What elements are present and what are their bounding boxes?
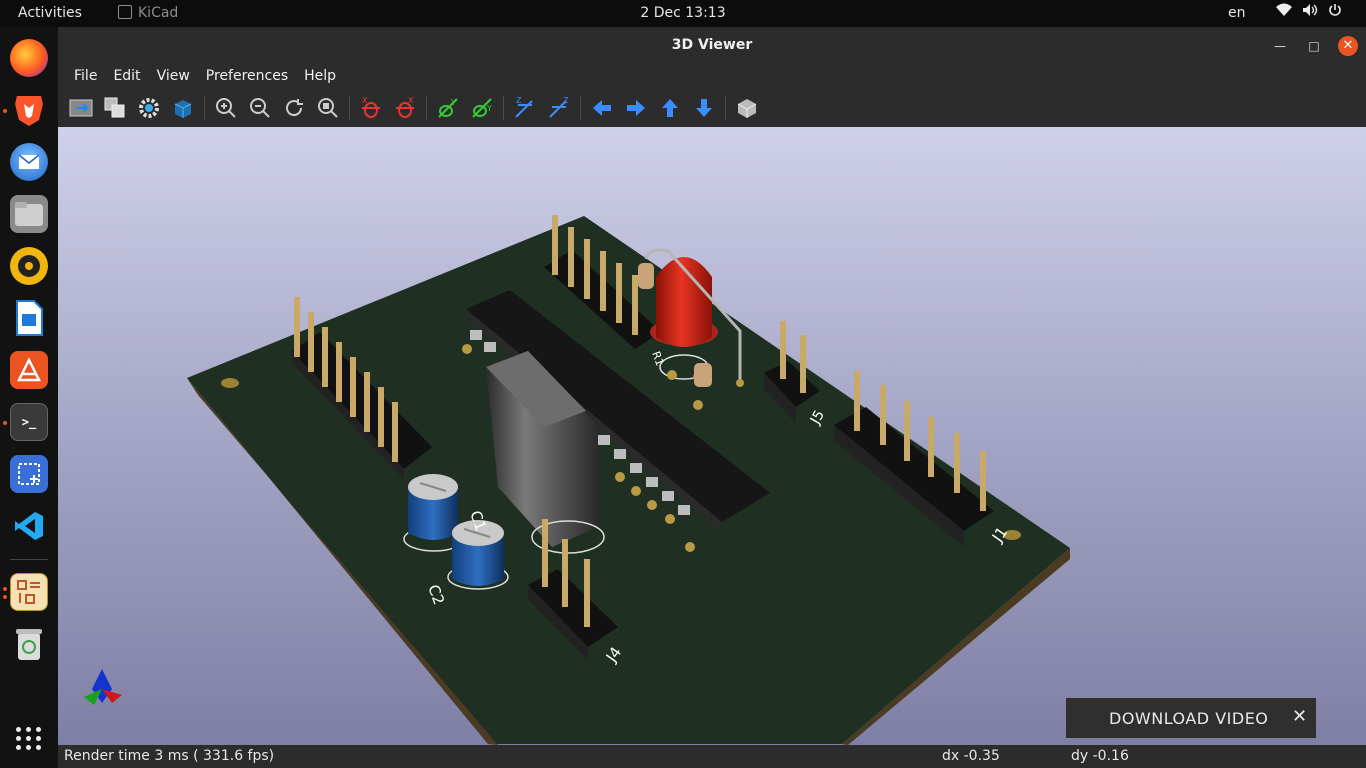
clock[interactable]: 2 Dec 13:13 xyxy=(0,5,1366,21)
axis-gizmo xyxy=(84,669,122,705)
window-titlebar[interactable]: 3D Viewer — □ ✕ xyxy=(58,27,1366,65)
settings-gear-icon[interactable] xyxy=(135,94,163,122)
redraw-icon[interactable] xyxy=(280,94,308,122)
rotate-z-cw-icon[interactable]: Z xyxy=(511,94,539,122)
toolbar-separator xyxy=(503,96,504,120)
rotate-x-ccw-icon[interactable]: X xyxy=(391,94,419,122)
screenshot-icon[interactable] xyxy=(10,455,48,493)
move-right-icon[interactable] xyxy=(622,94,650,122)
zoom-fit-icon[interactable] xyxy=(314,94,342,122)
toolbar-separator xyxy=(725,96,726,120)
firefox-icon[interactable] xyxy=(10,39,48,77)
software-icon[interactable] xyxy=(10,351,48,389)
running-indicator xyxy=(3,595,7,599)
raytracing-icon[interactable] xyxy=(169,94,197,122)
svg-text:Y: Y xyxy=(486,104,492,113)
dy-readout: dy -0.16 xyxy=(1071,748,1129,764)
menu-bar: File Edit View Preferences Help xyxy=(58,65,1366,89)
zoom-in-icon[interactable] xyxy=(212,94,240,122)
menu-preferences[interactable]: Preferences xyxy=(198,65,296,89)
reload-board-icon[interactable] xyxy=(67,94,95,122)
toolbar: X X Y Y Z Z xyxy=(58,89,1366,127)
trash-icon[interactable] xyxy=(10,625,48,663)
move-down-icon[interactable] xyxy=(690,94,718,122)
power-icon xyxy=(1328,3,1342,21)
volume-icon xyxy=(1302,3,1318,21)
running-indicator xyxy=(3,421,7,425)
top-bar: Activities KiCad 2 Dec 13:13 en xyxy=(0,0,1366,27)
show-apps-button[interactable] xyxy=(16,727,42,750)
3d-viewport[interactable]: C1 C2 J1 J4 J5 R1 xyxy=(58,127,1366,745)
close-overlay-icon[interactable]: ✕ xyxy=(1292,706,1307,727)
menu-edit[interactable]: Edit xyxy=(105,65,148,89)
download-video-button[interactable]: DOWNLOAD VIDEO xyxy=(1109,709,1268,728)
svg-text:X: X xyxy=(362,96,368,105)
close-button[interactable]: ✕ xyxy=(1338,36,1358,56)
running-indicator xyxy=(3,587,7,591)
menu-help[interactable]: Help xyxy=(296,65,344,89)
menu-view[interactable]: View xyxy=(149,65,198,89)
terminal-icon[interactable]: >_ xyxy=(10,403,48,441)
copy-image-icon[interactable] xyxy=(101,94,129,122)
menu-file[interactable]: File xyxy=(66,65,105,89)
toolbar-separator xyxy=(204,96,205,120)
toolbar-separator xyxy=(349,96,350,120)
download-video-overlay[interactable]: DOWNLOAD VIDEO ✕ xyxy=(1066,698,1316,738)
zoom-out-icon[interactable] xyxy=(246,94,274,122)
status-bar: Render time 3 ms ( 331.6 fps) dx -0.35 d… xyxy=(58,745,1366,768)
brave-icon[interactable] xyxy=(10,91,48,129)
kicad-icon[interactable] xyxy=(10,573,48,611)
rotate-z-ccw-icon[interactable]: Z xyxy=(545,94,573,122)
window-title: 3D Viewer xyxy=(671,37,753,53)
mounting-hole xyxy=(221,378,239,388)
ortho-projection-icon[interactable] xyxy=(733,94,761,122)
rotate-y-cw-icon[interactable]: Y xyxy=(434,94,462,122)
svg-text:Z: Z xyxy=(516,96,522,105)
system-tray[interactable] xyxy=(1276,3,1342,21)
dock: >_ xyxy=(0,27,58,768)
maximize-button[interactable]: □ xyxy=(1304,36,1324,56)
rotate-y-ccw-icon[interactable]: Y xyxy=(468,94,496,122)
move-up-icon[interactable] xyxy=(656,94,684,122)
rotate-x-cw-icon[interactable]: X xyxy=(357,94,385,122)
render-time: Render time 3 ms ( 331.6 fps) xyxy=(64,748,275,764)
svg-text:Z: Z xyxy=(563,96,569,105)
toolbar-separator xyxy=(580,96,581,120)
board-render: C1 C2 J1 J4 J5 R1 xyxy=(84,215,1070,745)
language-indicator[interactable]: en xyxy=(1228,5,1246,21)
dock-separator xyxy=(10,559,48,560)
thunderbird-icon[interactable] xyxy=(10,143,48,181)
dx-readout: dx -0.35 xyxy=(942,748,1000,764)
svg-text:Y: Y xyxy=(450,98,456,107)
wifi-icon xyxy=(1276,3,1292,21)
svg-text:X: X xyxy=(408,96,414,105)
writer-icon[interactable] xyxy=(10,299,48,337)
toolbar-separator xyxy=(426,96,427,120)
vscode-icon[interactable] xyxy=(10,507,48,545)
move-left-icon[interactable] xyxy=(588,94,616,122)
minimize-button[interactable]: — xyxy=(1270,36,1290,56)
running-indicator xyxy=(3,109,7,113)
rhythmbox-icon[interactable] xyxy=(10,247,48,285)
files-icon[interactable] xyxy=(10,195,48,233)
